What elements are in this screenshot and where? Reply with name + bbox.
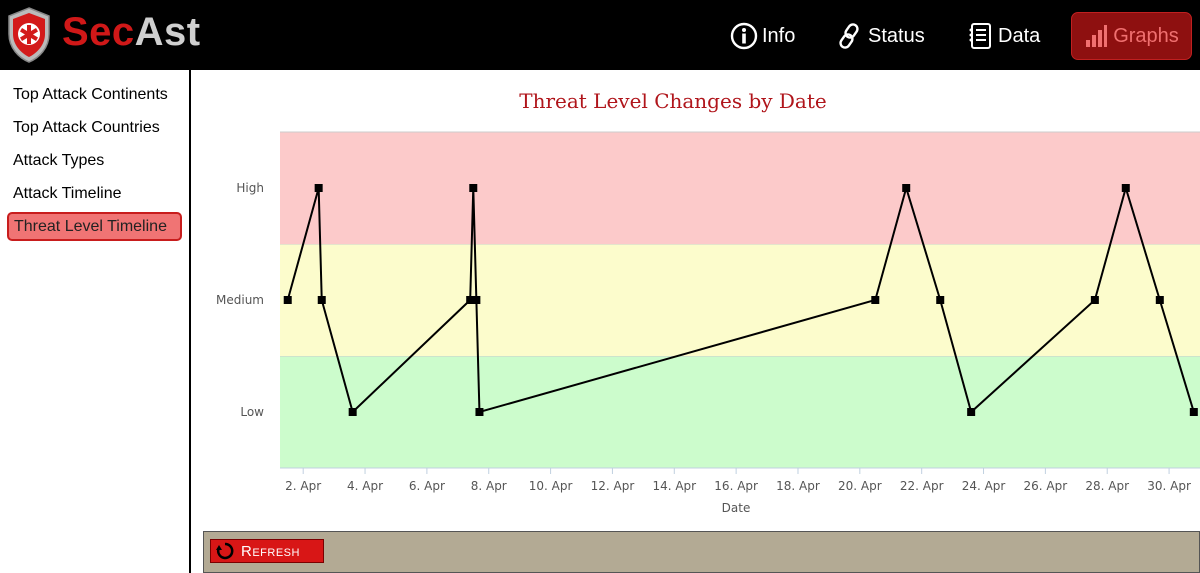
x-tick-label: 26. Apr (1024, 479, 1068, 493)
x-tick-label: 18. Apr (776, 479, 820, 493)
x-tick-label: 16. Apr (714, 479, 758, 493)
data-point-marker[interactable] (1090, 296, 1099, 304)
sidebar-item-top-attack-continents[interactable]: Top Attack Continents (13, 86, 168, 104)
brand-name: SecAst (62, 10, 201, 55)
nav-data[interactable]: Data (968, 18, 1040, 54)
data-point-marker[interactable] (967, 408, 976, 416)
x-tick-label: 6. Apr (409, 479, 445, 493)
top-bar: SecAst Info Status Data Graphs (0, 0, 1200, 70)
nav-graphs[interactable]: Graphs (1071, 12, 1192, 60)
nav-graphs-label: Graphs (1113, 24, 1179, 47)
sidebar-item-attack-timeline[interactable]: Attack Timeline (13, 185, 121, 203)
x-tick-label: 8. Apr (471, 479, 507, 493)
x-tick-label: 24. Apr (962, 479, 1006, 493)
data-point-marker[interactable] (936, 296, 945, 304)
brand-ast-text: Ast (134, 10, 201, 54)
x-tick-label: 28. Apr (1085, 479, 1129, 493)
x-tick-label: 30. Apr (1147, 479, 1191, 493)
x-tick-label: 20. Apr (838, 479, 882, 493)
nav-status-label: Status (868, 24, 925, 47)
bar-chart-icon (1086, 25, 1108, 47)
data-point-marker[interactable] (472, 296, 481, 304)
nav-data-label: Data (998, 24, 1041, 47)
nav-info[interactable]: Info (730, 18, 795, 54)
data-point-marker[interactable] (317, 296, 326, 304)
data-point-marker[interactable] (314, 184, 323, 192)
threat-level-chart: Threat Level Changes by Date Low Medium Hi… (216, 89, 1200, 515)
data-point-marker[interactable] (902, 184, 911, 192)
data-point-marker[interactable] (348, 408, 357, 416)
band-low (280, 356, 1200, 468)
sidebar (0, 70, 190, 573)
bottom-toolbar: Refresh (203, 531, 1200, 573)
chart-title: Threat Level Changes by Date (519, 89, 826, 113)
x-tick-label: 10. Apr (529, 479, 573, 493)
data-point-marker[interactable] (1155, 296, 1164, 304)
y-tick-label-medium: Medium (216, 293, 264, 307)
nav-info-label: Info (762, 24, 796, 47)
x-axis-title: Date (722, 501, 751, 515)
x-tick-label: 14. Apr (652, 479, 696, 493)
data-point-marker[interactable] (1189, 408, 1198, 416)
refresh-label: Refresh (241, 542, 300, 560)
y-tick-label-low: Low (240, 405, 264, 419)
x-tick-label: 2. Apr (285, 479, 321, 493)
sidebar-item-threat-level-timeline[interactable]: Threat Level Timeline (7, 212, 182, 241)
data-point-marker[interactable] (475, 408, 484, 416)
data-point-marker[interactable] (871, 296, 880, 304)
sidebar-item-attack-types[interactable]: Attack Types (13, 152, 104, 170)
band-high (280, 132, 1200, 244)
y-tick-label-high: High (236, 181, 264, 195)
data-point-marker[interactable] (283, 296, 292, 304)
refresh-icon (216, 542, 234, 560)
info-icon (730, 22, 758, 50)
data-point-marker[interactable] (469, 184, 478, 192)
data-document-icon (969, 23, 991, 49)
refresh-button[interactable]: Refresh (210, 539, 324, 563)
data-point-marker[interactable] (1121, 184, 1130, 192)
x-tick-label: 4. Apr (347, 479, 383, 493)
x-tick-label: 12. Apr (591, 479, 635, 493)
link-icon (839, 23, 859, 49)
brand-sec-text: Sec (62, 10, 135, 54)
x-tick-label: 22. Apr (900, 479, 944, 493)
shield-logo-icon (8, 7, 50, 63)
sidebar-item-top-attack-countries[interactable]: Top Attack Countries (13, 119, 160, 137)
nav-status[interactable]: Status (836, 18, 925, 54)
